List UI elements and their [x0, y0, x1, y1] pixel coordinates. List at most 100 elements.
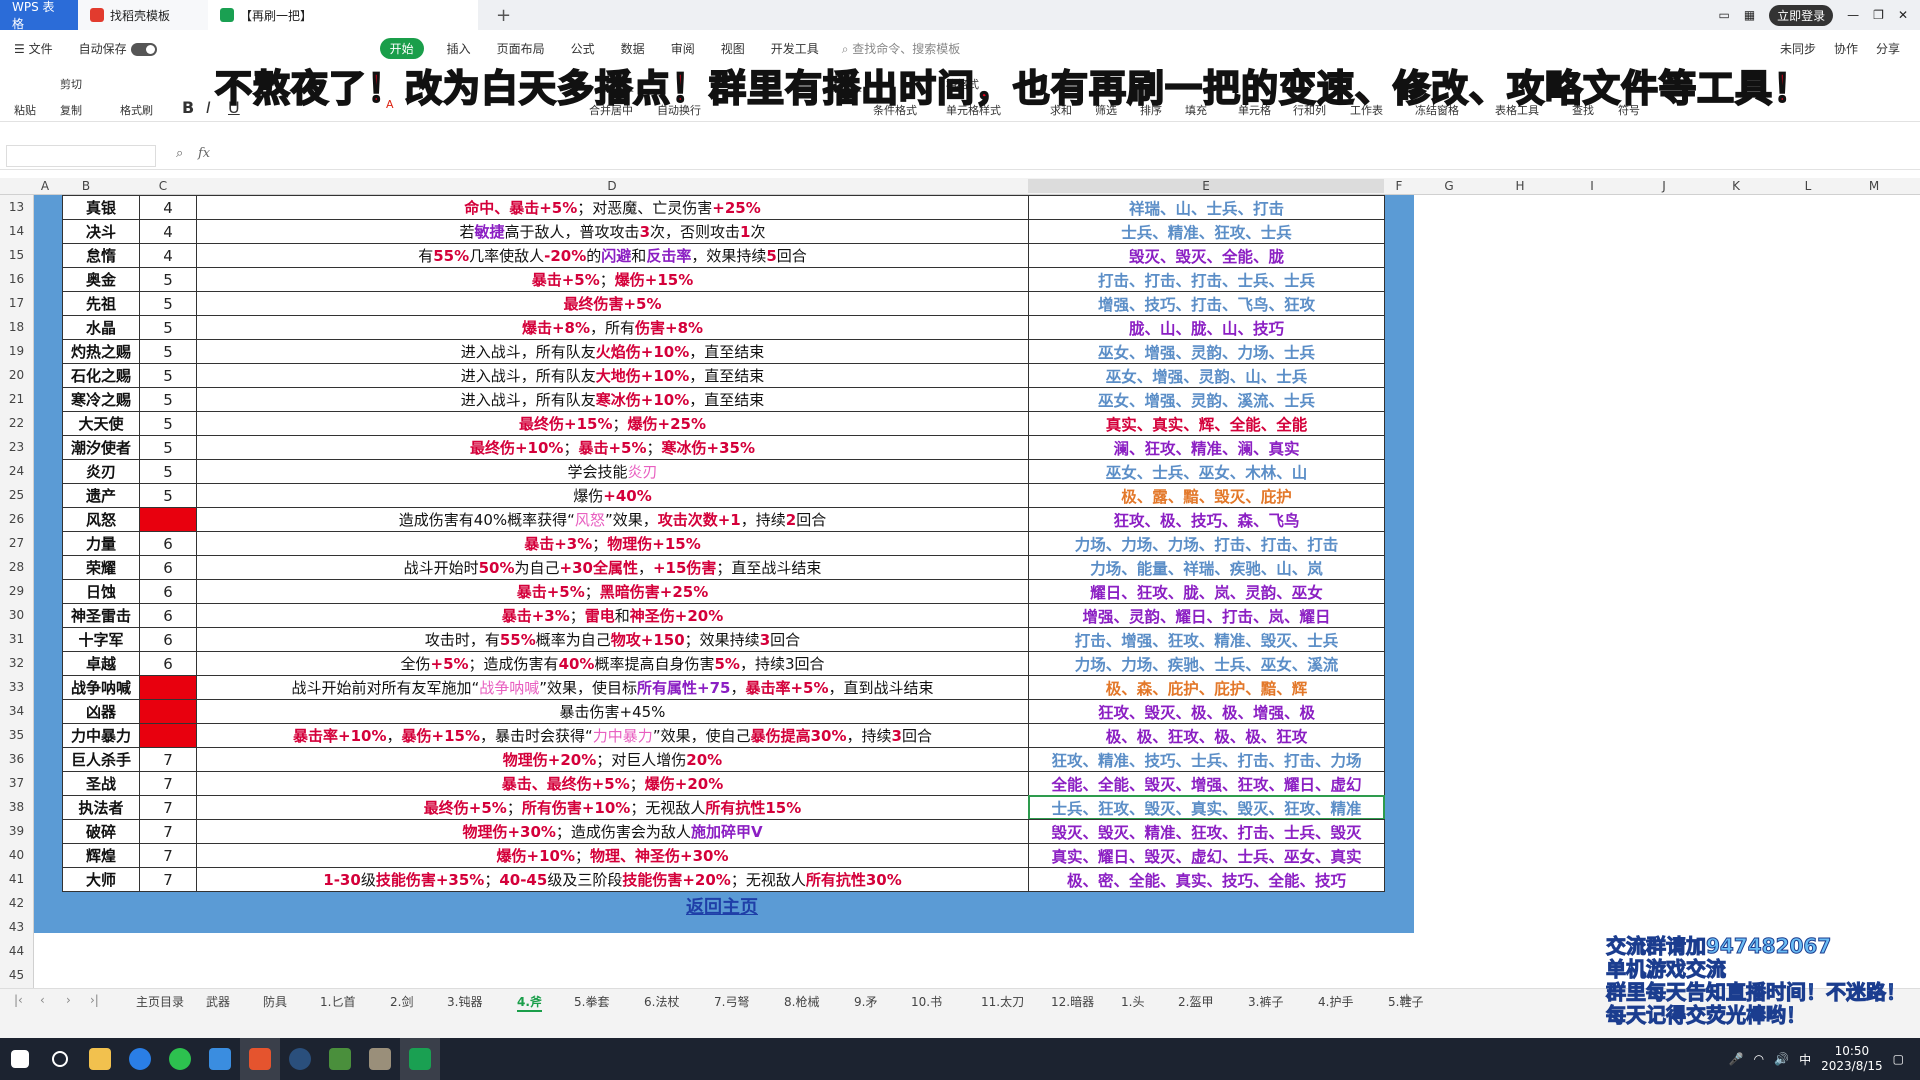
obs-icon[interactable]: [240, 1038, 280, 1080]
sheet-tab[interactable]: 2.剑: [390, 993, 413, 1010]
level-cell[interactable]: 5: [139, 507, 197, 532]
attributes-cell[interactable]: 力场、力场、力场、打击、打击、打击: [1028, 531, 1385, 556]
sheet-tab[interactable]: 12.暗器: [1051, 993, 1094, 1010]
name-cell[interactable]: 潮汐使者: [62, 435, 140, 460]
level-cell[interactable]: 7: [139, 795, 197, 820]
command-search[interactable]: ⌕ 查找命令、搜索模板: [842, 40, 961, 57]
autosave-toggle[interactable]: 自动保存: [66, 40, 170, 57]
attributes-cell[interactable]: 极、森、庇护、庇护、黯、辉: [1028, 675, 1385, 700]
sheet-tab[interactable]: 5.拳套: [574, 993, 609, 1010]
wps-app-tab[interactable]: WPS 表格: [0, 0, 78, 31]
name-cell[interactable]: 圣战: [62, 771, 140, 796]
level-cell[interactable]: 6: [139, 555, 197, 580]
attributes-cell[interactable]: 澜、狂攻、精准、澜、真实: [1028, 435, 1385, 460]
description-cell[interactable]: 最终伤+10%；暴击+5%；寒冰伤+35%: [196, 435, 1029, 460]
name-cell[interactable]: 执法者: [62, 795, 140, 820]
sheet-tab[interactable]: 主页目录: [136, 993, 184, 1010]
row-header[interactable]: 39: [0, 819, 34, 843]
attributes-cell[interactable]: 全能、全能、毁灭、增强、狂攻、耀日、虚幻: [1028, 771, 1385, 796]
attributes-cell[interactable]: 打击、打击、打击、士兵、士兵: [1028, 267, 1385, 292]
italic-icon[interactable]: I: [206, 98, 211, 117]
attributes-cell[interactable]: 狂攻、精准、技巧、士兵、打击、打击、力场: [1028, 747, 1385, 772]
menu-insert[interactable]: 插入: [434, 40, 484, 57]
name-cell[interactable]: 卓越: [62, 651, 140, 676]
row-header[interactable]: 40: [0, 843, 34, 867]
menu-formulas[interactable]: 公式: [558, 40, 608, 57]
row-header[interactable]: 13: [0, 195, 34, 219]
wifi-icon[interactable]: ◠: [1754, 1052, 1764, 1066]
name-cell[interactable]: 遗产: [62, 483, 140, 508]
menu-view[interactable]: 视图: [708, 40, 758, 57]
description-cell[interactable]: 暴击、最终伤+5%；爆伤+20%: [196, 771, 1029, 796]
first-sheet-icon[interactable]: |‹: [14, 993, 23, 1007]
name-cell[interactable]: 决斗: [62, 219, 140, 244]
sheet-tab[interactable]: 2.盔甲: [1178, 993, 1213, 1010]
row-header[interactable]: 23: [0, 435, 34, 459]
row-header[interactable]: 45: [0, 963, 34, 987]
level-cell[interactable]: 7: [139, 843, 197, 868]
attributes-cell[interactable]: 毁灭、毁灭、精准、狂攻、打击、士兵、毁灭: [1028, 819, 1385, 844]
game-icon[interactable]: [320, 1038, 360, 1080]
row-header[interactable]: 27: [0, 531, 34, 555]
start-icon[interactable]: [0, 1038, 40, 1080]
clock[interactable]: 10:50 2023/8/15: [1821, 1044, 1883, 1074]
row-header[interactable]: 36: [0, 747, 34, 771]
row-header[interactable]: 35: [0, 723, 34, 747]
name-cell[interactable]: 寒冷之赐: [62, 387, 140, 412]
name-box[interactable]: [6, 145, 156, 167]
attributes-cell[interactable]: 士兵、精准、狂攻、士兵: [1028, 219, 1385, 244]
column-header[interactable]: E: [1028, 179, 1384, 193]
row-header[interactable]: 34: [0, 699, 34, 723]
name-cell[interactable]: 日蚀: [62, 579, 140, 604]
description-cell[interactable]: 命中、暴击+5% ；对恶魔、亡灵伤害 +25%: [196, 195, 1029, 220]
notification-icon[interactable]: ▢: [1893, 1052, 1904, 1066]
description-cell[interactable]: 若敏捷 高于敌人，普攻攻击 3 次，否则攻击 1 次: [196, 219, 1029, 244]
sheet-tab[interactable]: 7.弓弩: [714, 993, 749, 1010]
name-cell[interactable]: 荣耀: [62, 555, 140, 580]
attributes-cell[interactable]: 极、极、狂攻、极、极、狂攻: [1028, 723, 1385, 748]
name-cell[interactable]: 力量: [62, 531, 140, 556]
name-cell[interactable]: 十字军: [62, 627, 140, 652]
fx-icon[interactable]: fx: [198, 146, 210, 161]
ime-indicator[interactable]: 中: [1799, 1051, 1811, 1068]
search-icon[interactable]: [40, 1038, 80, 1080]
sheet-tab[interactable]: 4.护手: [1318, 993, 1353, 1010]
tab-template[interactable]: 找稻壳模板: [78, 0, 208, 30]
login-button[interactable]: 立即登录: [1769, 4, 1834, 26]
level-cell[interactable]: 5: [139, 435, 197, 460]
sheet-tab[interactable]: 3.裤子: [1248, 993, 1283, 1010]
paste-button[interactable]: 粘贴: [14, 102, 36, 118]
row-header[interactable]: 21: [0, 387, 34, 411]
back-to-home-link[interactable]: 返回主页: [686, 893, 758, 919]
name-cell[interactable]: 大师: [62, 867, 140, 892]
column-header[interactable]: C: [134, 179, 192, 193]
layout-icon[interactable]: ▭: [1718, 8, 1729, 22]
row-header[interactable]: 20: [0, 363, 34, 387]
level-cell[interactable]: 5: [139, 363, 197, 388]
name-cell[interactable]: 石化之赐: [62, 363, 140, 388]
toggle-switch[interactable]: [130, 42, 157, 56]
level-cell[interactable]: 4: [139, 195, 197, 220]
restore-icon[interactable]: ❐: [1873, 8, 1884, 22]
column-header[interactable]: B: [56, 179, 116, 193]
level-cell[interactable]: 6: [139, 531, 197, 556]
menu-developer[interactable]: 开发工具: [758, 40, 832, 57]
sync-status[interactable]: 未同步: [1780, 40, 1816, 57]
format-painter-button[interactable]: 格式刷: [120, 102, 153, 118]
level-cell[interactable]: 6: [139, 651, 197, 676]
level-cell[interactable]: 7: [139, 747, 197, 772]
name-cell[interactable]: 力中暴力: [62, 723, 140, 748]
attributes-cell[interactable]: 巫女、增强、灵韵、山、士兵: [1028, 363, 1385, 388]
name-cell[interactable]: 破碎: [62, 819, 140, 844]
collaborate-button[interactable]: 协作: [1834, 40, 1858, 57]
file-menu[interactable]: ☰ 文件: [0, 40, 66, 57]
close-icon[interactable]: ✕: [1898, 8, 1908, 22]
column-header[interactable]: A: [34, 179, 56, 193]
description-cell[interactable]: 物理伤+30% ；造成伤害会为敌人 施加碎甲V: [196, 819, 1029, 844]
name-cell[interactable]: 巨人杀手: [62, 747, 140, 772]
volume-icon[interactable]: 🔊: [1774, 1052, 1789, 1066]
attributes-cell[interactable]: 打击、增强、狂攻、精准、毁灭、士兵: [1028, 627, 1385, 652]
name-cell[interactable]: 辉煌: [62, 843, 140, 868]
row-header[interactable]: 30: [0, 603, 34, 627]
prev-sheet-icon[interactable]: ‹: [40, 993, 45, 1007]
